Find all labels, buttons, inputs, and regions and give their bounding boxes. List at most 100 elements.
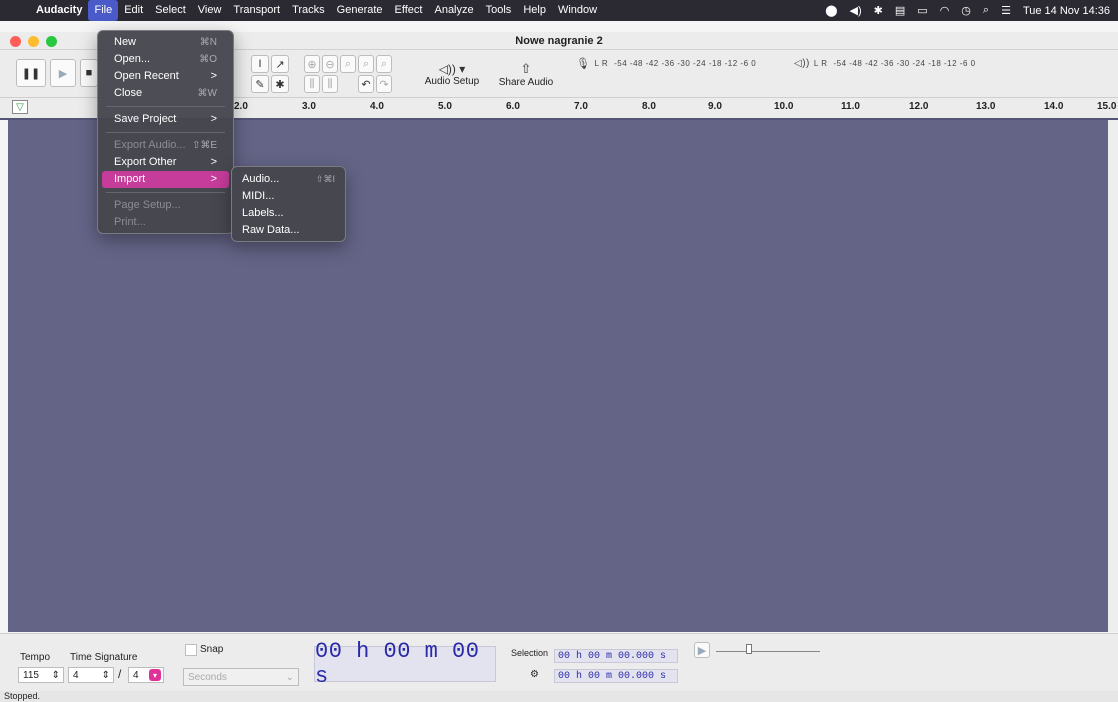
trim-outside-button[interactable]: ⫼	[304, 75, 320, 93]
play-at-speed-button[interactable]: ▶	[694, 642, 710, 658]
zoom-toggle-button[interactable]: ⌕	[376, 55, 392, 73]
menu-item-label: Import	[114, 173, 146, 185]
tempo-field[interactable]: 115 ⇕	[18, 667, 64, 683]
share-audio-button[interactable]: ⇧ Share Audio	[494, 54, 558, 94]
zoom-out-button[interactable]: ⊖	[322, 55, 338, 73]
zoom-window-button[interactable]	[46, 36, 57, 47]
menu-item-new[interactable]: New ⌘N	[102, 34, 229, 51]
draw-tool-button[interactable]: ✎	[251, 75, 269, 93]
zoom-toggle-icon: ⌕	[380, 57, 388, 70]
status-bar: Stopped.	[0, 691, 1118, 702]
minimize-window-button[interactable]	[28, 36, 39, 47]
menu-item-label: Close	[114, 87, 143, 99]
keyboard-icon[interactable]: ▤	[895, 4, 905, 17]
chevron-right-icon: >	[210, 70, 217, 82]
ts-denominator-value: 4	[133, 669, 139, 681]
zoom-in-button[interactable]: ⊕	[304, 55, 320, 73]
chevron-right-icon: >	[210, 113, 217, 125]
ruler-tick: 5.0	[438, 101, 452, 112]
menu-tools[interactable]: Tools	[480, 0, 518, 21]
selection-settings-icon[interactable]: ⚙	[530, 669, 539, 680]
menu-help[interactable]: Help	[517, 0, 552, 21]
menu-item-shortcut: ⌘N	[199, 37, 217, 48]
ts-denominator-select[interactable]: 4 ▾	[128, 667, 164, 683]
menu-tracks[interactable]: Tracks	[286, 0, 331, 21]
menu-transport[interactable]: Transport	[227, 0, 286, 21]
menu-item-label: Export Other	[114, 156, 177, 168]
stepper-icon[interactable]: ⇕	[52, 670, 60, 681]
menu-generate[interactable]: Generate	[331, 0, 389, 21]
audio-setup-button[interactable]: ◁)) ▾ Audio Setup	[420, 54, 484, 94]
menu-separator	[106, 106, 225, 107]
menu-effect[interactable]: Effect	[389, 0, 429, 21]
menu-item-import[interactable]: Import >	[102, 171, 229, 188]
submenu-item-midi[interactable]: MIDI...	[232, 188, 345, 205]
menu-analyze[interactable]: Analyze	[428, 0, 479, 21]
window-controls	[10, 36, 57, 47]
speaker-dropdown-icon: ◁)) ▾	[438, 61, 466, 76]
menu-edit[interactable]: Edit	[118, 0, 149, 21]
play-head-marker-icon[interactable]: ▽	[12, 100, 28, 114]
battery-icon[interactable]: ▭	[917, 4, 927, 17]
tempo-label: Tempo	[20, 652, 51, 663]
trim-icon: ⫼	[309, 77, 315, 90]
snap-checkbox[interactable]	[185, 644, 197, 656]
menu-window[interactable]: Window	[552, 0, 603, 21]
time-machine-icon[interactable]: ◷	[961, 4, 971, 17]
vertical-scrollbar[interactable]	[1108, 120, 1118, 632]
selection-label: Selection	[511, 648, 549, 658]
ruler-tick: 7.0	[574, 101, 588, 112]
volume-icon[interactable]: ◀)	[850, 4, 862, 17]
snap-label: Snap	[200, 644, 224, 655]
menu-item-open[interactable]: Open... ⌘O	[102, 51, 229, 68]
selection-start-field[interactable]: 00 h 00 m 00.000 s	[554, 649, 678, 663]
stepper-icon[interactable]: ⇕	[102, 670, 110, 681]
fit-selection-button[interactable]: ⌕	[340, 55, 356, 73]
spotlight-icon[interactable]: ⌕	[983, 4, 989, 17]
menu-item-print[interactable]: Print...	[102, 214, 229, 231]
submenu-item-audio[interactable]: Audio... ⇧⌘I	[232, 171, 345, 188]
playback-meter[interactable]: ◁)) L R -54 -48 -42 -36 -30 -24 -18 -12 …	[794, 54, 1014, 72]
menu-item-save-project[interactable]: Save Project >	[102, 111, 229, 128]
submenu-item-shortcut: ⇧⌘I	[315, 174, 335, 184]
pencil-icon: ✎	[255, 78, 265, 91]
selection-tool-button[interactable]: I	[251, 55, 269, 73]
time-display[interactable]: 00 h 00 m 00 s	[314, 639, 496, 689]
pause-button[interactable]: ❚❚	[16, 59, 46, 87]
submenu-item-raw-data[interactable]: Raw Data...	[232, 222, 345, 239]
envelope-tool-button[interactable]: ↗	[271, 55, 289, 73]
control-center-icon[interactable]: ☰	[1001, 4, 1011, 17]
close-window-button[interactable]	[10, 36, 21, 47]
menu-view[interactable]: View	[192, 0, 228, 21]
selection-end-field[interactable]: 00 h 00 m 00.000 s	[554, 669, 678, 683]
menu-select[interactable]: Select	[149, 0, 192, 21]
silence-selection-button[interactable]: ⫼	[322, 75, 338, 93]
snap-unit-select[interactable]: Seconds ⌄	[183, 668, 299, 686]
ts-numerator-field[interactable]: 4 ⇕	[68, 667, 114, 683]
wifi-icon[interactable]: ◠	[940, 4, 950, 17]
menu-item-page-setup[interactable]: Page Setup...	[102, 197, 229, 214]
bluetooth-icon[interactable]: ✱	[874, 4, 883, 17]
fit-project-button[interactable]: ⌕	[358, 55, 374, 73]
play-button[interactable]: ▶	[50, 59, 76, 87]
menu-item-open-recent[interactable]: Open Recent >	[102, 68, 229, 85]
time-display-value: 00 h 00 m 00 s	[315, 639, 480, 689]
menu-item-export-other[interactable]: Export Other >	[102, 154, 229, 171]
recording-meter[interactable]: 🎙 L R -54 -48 -42 -36 -30 -24 -18 -12 -6…	[576, 54, 786, 72]
menu-item-shortcut: ⇧⌘E	[191, 140, 217, 151]
menu-app-name[interactable]: Audacity	[30, 0, 88, 21]
redo-button[interactable]: ↷	[376, 75, 392, 93]
grammarly-icon[interactable]: ⬤	[825, 4, 837, 17]
stop-button[interactable]: ■	[80, 59, 98, 87]
menu-file[interactable]: File	[88, 0, 119, 21]
menu-item-export-audio[interactable]: Export Audio... ⇧⌘E	[102, 137, 229, 154]
play-speed-slider[interactable]	[716, 644, 820, 654]
file-menu-dropdown: New ⌘N Open... ⌘O Open Recent > Close ⌘W…	[97, 30, 234, 234]
slider-thumb[interactable]	[746, 644, 752, 654]
multi-tool-button[interactable]: ✱	[271, 75, 289, 93]
undo-button[interactable]: ↶	[358, 75, 374, 93]
menubar-clock[interactable]: Tue 14 Nov 14:36	[1023, 5, 1110, 17]
submenu-item-labels[interactable]: Labels...	[232, 205, 345, 222]
ruler-tick: 14.0	[1044, 101, 1064, 112]
menu-item-close[interactable]: Close ⌘W	[102, 85, 229, 102]
